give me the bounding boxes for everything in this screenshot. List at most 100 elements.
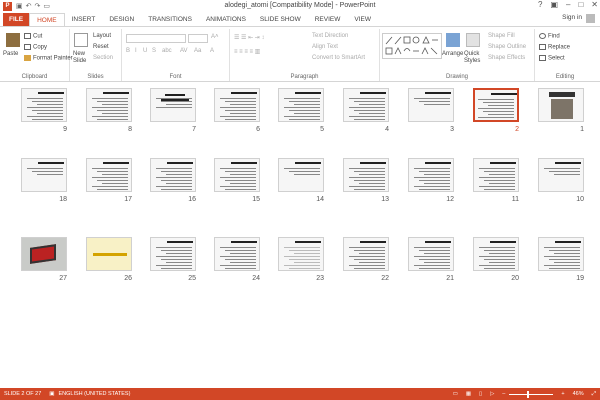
tab-transitions[interactable]: TRANSITIONS — [141, 13, 199, 26]
slide-thumbnail[interactable] — [21, 237, 67, 271]
zoom-in-icon[interactable]: + — [561, 391, 564, 397]
zoom-out-icon[interactable]: – — [502, 391, 505, 397]
align-icons[interactable]: ≡ ≡ ≡ ≡ ▥ — [234, 48, 260, 55]
shape-fill-button[interactable]: Shape Fill — [488, 33, 515, 39]
slide-thumbnail[interactable] — [278, 237, 324, 271]
sign-in-link[interactable]: Sign in — [562, 14, 582, 21]
slide-thumbnail[interactable] — [21, 88, 67, 122]
cut-label: Cut — [33, 33, 43, 40]
bullets-icon[interactable]: ☰ ☰ ⇤ ⇥ ↕ — [234, 34, 264, 41]
slide-thumbnail[interactable] — [214, 158, 260, 192]
new-slide-icon[interactable] — [74, 33, 88, 47]
slide-thumbnail[interactable] — [343, 88, 389, 122]
section-button[interactable]: Section — [93, 55, 113, 61]
clipboard-group: Paste Cut Copy Format Painter Clipboard — [0, 29, 73, 81]
new-slide-button[interactable]: New Slide — [73, 51, 93, 65]
font-color-icon[interactable]: A — [210, 48, 214, 54]
shapes-gallery[interactable] — [382, 33, 442, 59]
normal-view-icon[interactable]: ▭ — [453, 391, 458, 397]
help-icon[interactable]: ? — [538, 0, 542, 9]
fit-window-icon[interactable]: ⤢ — [592, 391, 596, 398]
slide-thumbnail[interactable] — [86, 237, 132, 271]
slide-thumbnail[interactable] — [214, 88, 260, 122]
sorter-view-icon[interactable]: ▦ — [466, 391, 471, 397]
shape-effects-button[interactable]: Shape Effects — [488, 55, 525, 61]
slide-thumbnail[interactable] — [86, 158, 132, 192]
arrange-button[interactable]: Arrange — [442, 51, 463, 57]
slide-number: 23 — [316, 275, 324, 282]
tab-home[interactable]: HOME — [29, 13, 65, 26]
format-painter-button[interactable]: Format Painter — [24, 55, 73, 62]
slideshow-view-icon[interactable]: ▷ — [490, 391, 494, 397]
slide-thumbnail[interactable] — [473, 88, 519, 122]
convert-smartart-button[interactable]: Convert to SmartArt — [312, 55, 365, 61]
slide-thumbnail[interactable] — [150, 88, 196, 122]
shape-outline-button[interactable]: Shape Outline — [488, 44, 526, 50]
select-button[interactable]: Select — [539, 55, 565, 62]
zoom-thumb[interactable] — [527, 390, 530, 398]
slide-thumbnail[interactable] — [408, 237, 454, 271]
align-text-button[interactable]: Align Text — [312, 44, 338, 50]
slide-thumbnail[interactable] — [150, 237, 196, 271]
quick-styles-button[interactable]: Quick Styles — [464, 51, 484, 65]
tab-review[interactable]: REVIEW — [308, 13, 348, 26]
ribbon-display-icon[interactable]: ▣ — [550, 0, 558, 9]
spacing-icon[interactable]: AV — [180, 48, 188, 54]
tab-slide-show[interactable]: SLIDE SHOW — [253, 13, 308, 26]
shadow-icon[interactable]: S — [152, 48, 156, 54]
case-icon[interactable]: Aa — [194, 48, 201, 54]
underline-icon[interactable]: U — [143, 48, 147, 54]
format-painter-label: Format Painter — [33, 55, 73, 62]
font-size-input[interactable] — [188, 34, 208, 43]
zoom-level[interactable]: 46% — [573, 391, 584, 397]
slide-photo — [551, 99, 573, 119]
italic-icon[interactable]: I — [135, 48, 137, 54]
reading-view-icon[interactable]: ▯ — [479, 391, 482, 397]
find-button[interactable]: Find — [539, 33, 560, 40]
cut-button[interactable]: Cut — [24, 33, 42, 40]
tab-file[interactable]: FILE — [3, 13, 30, 26]
bold-icon[interactable]: B — [126, 48, 130, 54]
slide-thumbnail[interactable] — [538, 237, 584, 271]
avatar[interactable] — [586, 14, 595, 23]
copy-button[interactable]: Copy — [24, 44, 47, 51]
font-name-input[interactable] — [126, 34, 186, 43]
text-direction-button[interactable]: Text Direction — [312, 33, 348, 39]
tab-design[interactable]: DESIGN — [102, 13, 141, 26]
language-status[interactable]: ENGLISH (UNITED STATES) — [59, 391, 131, 397]
strikethrough-icon[interactable]: abc — [162, 48, 172, 54]
minimize-icon[interactable]: – — [566, 0, 570, 9]
grow-font-icon[interactable]: A˄ — [211, 34, 219, 40]
slide-thumbnail[interactable] — [408, 158, 454, 192]
slide-thumbnail[interactable] — [473, 158, 519, 192]
proofing-icon[interactable]: ▣ — [49, 391, 54, 397]
replace-button[interactable]: Replace — [539, 44, 570, 51]
paste-button[interactable]: Paste — [3, 51, 18, 57]
slide-thumbnail[interactable] — [150, 158, 196, 192]
close-icon[interactable]: ✕ — [591, 0, 598, 9]
slide-thumbnail[interactable] — [473, 237, 519, 271]
layout-button[interactable]: Layout — [93, 33, 111, 39]
maximize-icon[interactable]: □ — [578, 0, 583, 9]
tab-insert[interactable]: INSERT — [65, 13, 103, 26]
slide-thumbnail[interactable] — [214, 237, 260, 271]
slide-thumbnail[interactable] — [21, 158, 67, 192]
slide-thumbnail[interactable] — [343, 237, 389, 271]
font-label: Font — [169, 74, 182, 80]
zoom-slider[interactable] — [509, 390, 554, 398]
slide-thumbnail[interactable] — [408, 88, 454, 122]
arrange-icon[interactable] — [446, 33, 460, 47]
slide-thumbnail[interactable] — [538, 158, 584, 192]
tab-view[interactable]: VIEW — [347, 13, 378, 26]
paste-icon[interactable] — [6, 33, 20, 47]
slide-thumbnail[interactable] — [86, 88, 132, 122]
slide-thumbnail[interactable] — [278, 88, 324, 122]
slide-thumbnail[interactable] — [343, 158, 389, 192]
slide-number: 16 — [188, 196, 196, 203]
quick-styles-icon[interactable] — [466, 33, 480, 47]
select-label: Select — [548, 55, 565, 62]
slide-thumbnail[interactable] — [278, 158, 324, 192]
reset-button[interactable]: Reset — [93, 44, 109, 50]
tab-animations[interactable]: ANIMATIONS — [199, 13, 253, 26]
slide-thumbnail[interactable] — [538, 88, 584, 122]
